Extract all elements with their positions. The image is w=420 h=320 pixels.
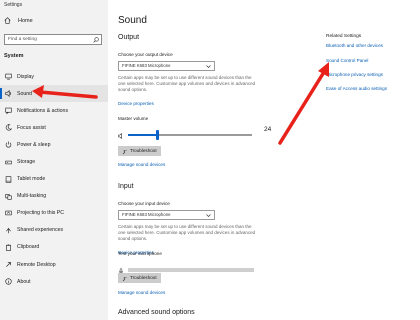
- home-label: Home: [18, 17, 33, 24]
- input-manage-sound-devices-link[interactable]: Manage sound devices: [118, 290, 165, 295]
- output-device-label: Choose your output device: [118, 52, 173, 57]
- sidebar-item-about[interactable]: About: [0, 273, 108, 290]
- input-device-value: FIFINE K683 Microphone: [122, 212, 171, 217]
- sidebar-item-display[interactable]: Display: [0, 68, 108, 85]
- settings-window: Settings Home Find a setting System Disp…: [0, 0, 420, 320]
- related-settings: Related Settings Bluetooth and other dev…: [326, 34, 418, 91]
- output-manage-sound-devices-link[interactable]: Manage sound devices: [118, 162, 165, 167]
- sidebar-item-shared-experiences[interactable]: Shared experiences: [0, 222, 108, 239]
- input-troubleshoot-button[interactable]: Troubleshoot: [118, 273, 161, 283]
- speaker-icon[interactable]: [118, 126, 124, 144]
- related-link-microphone-privacy[interactable]: Microphone privacy settings: [326, 72, 383, 77]
- output-troubleshoot-button[interactable]: Troubleshoot: [118, 146, 161, 156]
- sidebar-item-label: Storage: [17, 159, 36, 166]
- projecting-icon: [5, 210, 12, 217]
- search-placeholder: Find a setting: [8, 37, 37, 42]
- sidebar-item-notifications[interactable]: Notifications & actions: [0, 102, 108, 119]
- test-microphone-label: Test your microphone: [118, 251, 162, 256]
- sidebar-item-focus-assist[interactable]: Focus assist: [0, 119, 108, 136]
- output-device-properties-link[interactable]: Device properties: [118, 101, 154, 106]
- clipboard-icon: [5, 244, 12, 251]
- sidebar-item-label: Multi-tasking: [17, 193, 47, 200]
- display-icon: [5, 73, 12, 80]
- wrench-icon: [122, 149, 127, 154]
- main-content: Sound Output Choose your output device F…: [108, 0, 420, 320]
- notifications-icon: [5, 107, 12, 115]
- speaker-icon: [5, 90, 12, 98]
- sidebar-item-label: Sound: [17, 90, 33, 97]
- volume-thumb[interactable]: [156, 130, 160, 140]
- input-heading: Input: [118, 183, 134, 190]
- output-heading: Output: [118, 34, 140, 41]
- moon-icon: [5, 124, 12, 131]
- chevron-down-icon: [206, 213, 211, 218]
- related-settings-title: Related Settings: [326, 34, 362, 39]
- sidebar-item-label: Remote Desktop: [17, 261, 56, 268]
- related-link-bluetooth[interactable]: Bluetooth and other devices: [326, 43, 383, 48]
- sidebar-item-tablet-mode[interactable]: Tablet mode: [0, 171, 108, 188]
- sidebar-item-clipboard[interactable]: Clipboard: [0, 239, 108, 256]
- related-link-ease-of-access-audio[interactable]: Ease of Access audio settings: [326, 86, 387, 91]
- sidebar-item-label: Power & sleep: [17, 141, 51, 148]
- storage-icon: [5, 159, 12, 166]
- advanced-sound-heading: Advanced sound options: [118, 309, 195, 316]
- window-title: Settings: [4, 2, 23, 8]
- search-icon: [93, 36, 99, 43]
- master-volume-label: Master volume: [118, 116, 149, 121]
- chevron-down-icon: [206, 64, 211, 69]
- sidebar-item-remote-desktop[interactable]: Remote Desktop: [0, 256, 108, 273]
- troubleshoot-label: Troubleshoot: [130, 148, 157, 153]
- output-device-select[interactable]: FIFINE K683 Microphone: [118, 61, 215, 71]
- mic-level-meter: [128, 268, 254, 272]
- sidebar-item-label: Notifications & actions: [17, 107, 69, 114]
- volume-fill: [128, 134, 158, 136]
- remote-desktop-icon: [5, 261, 12, 268]
- sidebar-item-label: Clipboard: [17, 244, 40, 251]
- sidebar-item-storage[interactable]: Storage: [0, 153, 108, 170]
- home-link[interactable]: Home: [4, 17, 33, 24]
- wrench-icon: [122, 276, 127, 281]
- multitasking-icon: [5, 193, 12, 200]
- master-volume-row: [118, 126, 252, 144]
- sidebar-item-label: About: [17, 278, 31, 285]
- troubleshoot-label: Troubleshoot: [130, 275, 157, 280]
- sidebar: Settings Home Find a setting System Disp…: [0, 0, 108, 320]
- input-description: Certain apps may be set up to use differ…: [118, 224, 256, 241]
- sidebar-item-power-sleep[interactable]: Power & sleep: [0, 136, 108, 153]
- shared-icon: [5, 227, 12, 234]
- output-description: Certain apps may be set up to use differ…: [118, 75, 256, 92]
- sidebar-item-multitasking[interactable]: Multi-tasking: [0, 188, 108, 205]
- output-device-value: FIFINE K683 Microphone: [122, 63, 171, 68]
- sidebar-item-sound[interactable]: Sound: [0, 85, 108, 103]
- input-device-label: Choose your input device: [118, 201, 170, 206]
- sidebar-section-title: System: [4, 53, 24, 59]
- volume-value: 24: [264, 126, 272, 133]
- sidebar-item-label: Shared experiences: [17, 227, 64, 234]
- sidebar-item-label: Display: [17, 73, 35, 80]
- sidebar-item-label: Projecting to this PC: [17, 210, 64, 217]
- page-title: Sound: [118, 15, 147, 26]
- sidebar-item-label: Tablet mode: [17, 176, 46, 183]
- master-volume-slider[interactable]: [128, 130, 252, 140]
- sidebar-nav: Display Sound Notifications & actions Fo…: [0, 68, 108, 290]
- search-input[interactable]: Find a setting: [4, 34, 102, 45]
- power-icon: [5, 141, 12, 148]
- input-device-select[interactable]: FIFINE K683 Microphone: [118, 210, 215, 220]
- related-link-sound-control-panel[interactable]: Sound Control Panel: [326, 58, 368, 63]
- info-icon: [5, 278, 12, 285]
- home-icon: [4, 17, 11, 24]
- sidebar-item-projecting[interactable]: Projecting to this PC: [0, 205, 108, 222]
- tablet-icon: [5, 175, 12, 183]
- sidebar-item-label: Focus assist: [17, 124, 46, 131]
